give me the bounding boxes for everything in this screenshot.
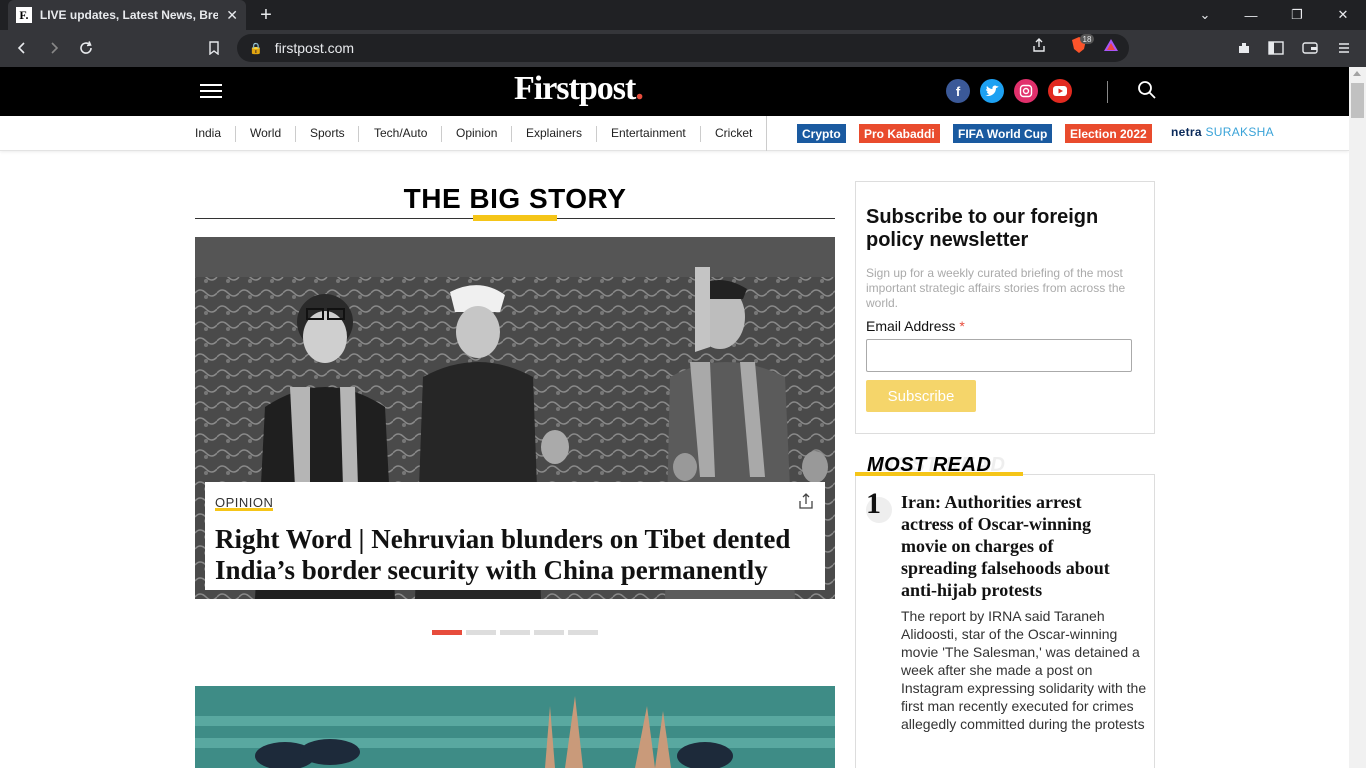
required-mark: *: [959, 318, 965, 334]
firstpost-logo[interactable]: Firstpost.: [514, 70, 644, 108]
carousel-dot[interactable]: [568, 630, 598, 635]
big-story-card[interactable]: OPINION Right Word | Nehruvian blunders …: [205, 482, 825, 590]
most-read-box: 1 Iran: Authorities arrest actress of Os…: [855, 474, 1155, 768]
most-read-heading: MOST READ MOST READ: [855, 454, 1155, 476]
extension-badge: 18: [1080, 34, 1094, 44]
forward-icon[interactable]: [42, 36, 66, 60]
youtube-icon[interactable]: [1048, 79, 1072, 103]
reload-icon[interactable]: [74, 36, 98, 60]
subscribe-button[interactable]: Subscribe: [866, 380, 976, 412]
nav-badge-election-2022[interactable]: Election 2022: [1065, 124, 1152, 143]
tab-title: LIVE updates, Latest News, Breaking: [39, 8, 219, 22]
netra-prefix: netra: [1171, 125, 1202, 139]
nav-separator: [235, 126, 236, 142]
carousel-indicators: [432, 630, 598, 635]
nav-item-cricket[interactable]: Cricket: [715, 126, 752, 140]
big-story-heading-text: THE BIG STORY: [395, 183, 635, 214]
most-read-title: MOST READ: [867, 454, 992, 476]
carousel-dot[interactable]: [500, 630, 530, 635]
menu-icon[interactable]: [1332, 36, 1356, 60]
nav-divider: [766, 116, 767, 151]
tab-close-icon[interactable]: ✕: [226, 7, 238, 24]
secondary-story-image[interactable]: [195, 686, 835, 768]
email-field[interactable]: [866, 339, 1132, 372]
netra-suraksha-logo[interactable]: netra SURAKSHA: [1171, 125, 1274, 139]
newsletter-title: Subscribe to our foreign policy newslett…: [866, 206, 1099, 251]
nav-separator: [441, 126, 442, 142]
most-read-headline[interactable]: Iran: Authorities arrest actress of Osca…: [901, 491, 1131, 601]
category-nav: India World Sports Tech/Auto Opinion Exp…: [0, 116, 1349, 151]
lock-icon: 🔒: [249, 42, 263, 55]
nav-separator: [700, 126, 701, 142]
minimize-icon[interactable]: —: [1228, 0, 1274, 30]
browser-toolbar: 🔒 firstpost.com 18: [0, 30, 1366, 67]
nav-item-entertainment[interactable]: Entertainment: [611, 126, 686, 140]
nav-separator: [358, 126, 359, 142]
nav-badge-pro-kabaddi[interactable]: Pro Kabaddi: [859, 124, 940, 143]
tab-search-icon[interactable]: ⌄: [1182, 0, 1228, 30]
back-icon[interactable]: [10, 36, 34, 60]
extensions-icon[interactable]: [1232, 36, 1256, 60]
logo-text: Firstpost: [514, 70, 636, 107]
site-favicon-icon: F.: [16, 7, 32, 23]
new-tab-button[interactable]: +: [256, 4, 276, 26]
browser-tab-bar: F. LIVE updates, Latest News, Breaking ✕…: [0, 0, 1366, 30]
email-label: Email Address *: [866, 318, 1144, 334]
nav-separator: [596, 126, 597, 142]
nav-item-explainers[interactable]: Explainers: [526, 126, 582, 140]
nav-item-world[interactable]: World: [250, 126, 281, 140]
address-bar[interactable]: 🔒 firstpost.com: [237, 34, 1129, 62]
nav-item-india[interactable]: India: [195, 126, 221, 140]
story-headline[interactable]: Right Word | Nehruvian blunders on Tibet…: [215, 524, 815, 586]
wallet-icon[interactable]: [1298, 36, 1322, 60]
nav-item-opinion[interactable]: Opinion: [456, 126, 497, 140]
carousel-dot[interactable]: [534, 630, 564, 635]
story-category[interactable]: OPINION: [215, 496, 274, 511]
big-story-heading: THE BIG STORY: [195, 183, 835, 215]
sidebar-icon[interactable]: [1264, 36, 1288, 60]
carousel-dot-active[interactable]: [432, 630, 462, 635]
scroll-thumb[interactable]: [1351, 83, 1364, 118]
nav-badge-fifa-world-cup[interactable]: FIFA World Cup: [953, 124, 1053, 143]
logo-dot: .: [635, 70, 643, 107]
carousel-dot[interactable]: [466, 630, 496, 635]
share-icon[interactable]: [797, 492, 815, 510]
facebook-icon[interactable]: f: [946, 79, 970, 103]
nav-item-sports[interactable]: Sports: [310, 126, 345, 140]
rank-number: 1: [866, 487, 881, 520]
twitter-icon[interactable]: [980, 79, 1004, 103]
scroll-up-arrow-icon[interactable]: [1353, 71, 1361, 76]
nav-separator: [295, 126, 296, 142]
restore-icon[interactable]: ❐: [1274, 0, 1320, 30]
most-read-summary: The report by IRNA said Taraneh Alidoost…: [901, 608, 1147, 732]
heading-accent-bar: [473, 215, 557, 221]
nav-badge-crypto[interactable]: Crypto: [797, 124, 846, 143]
close-window-icon[interactable]: ✕: [1320, 0, 1366, 30]
page-scrollbar[interactable]: [1349, 67, 1366, 768]
hamburger-menu-icon[interactable]: [200, 84, 222, 98]
nav-item-tech-auto[interactable]: Tech/Auto: [374, 126, 427, 140]
email-label-text: Email Address: [866, 318, 956, 334]
brave-rewards-icon[interactable]: [1100, 36, 1122, 54]
search-icon[interactable]: [1137, 80, 1157, 100]
browser-tab[interactable]: F. LIVE updates, Latest News, Breaking ✕: [8, 0, 246, 30]
nav-separator: [511, 126, 512, 142]
url-text: firstpost.com: [274, 40, 355, 56]
netra-suffix: SURAKSHA: [1205, 125, 1274, 139]
site-header: Firstpost. f: [0, 67, 1349, 116]
bookmark-icon[interactable]: [202, 36, 226, 60]
newsletter-box: Subscribe to our foreign policy newslett…: [855, 181, 1155, 434]
share-page-icon[interactable]: [1028, 36, 1050, 54]
newsletter-description: Sign up for a weekly curated briefing of…: [866, 266, 1126, 310]
header-divider: [1107, 81, 1108, 103]
instagram-icon[interactable]: [1014, 79, 1038, 103]
